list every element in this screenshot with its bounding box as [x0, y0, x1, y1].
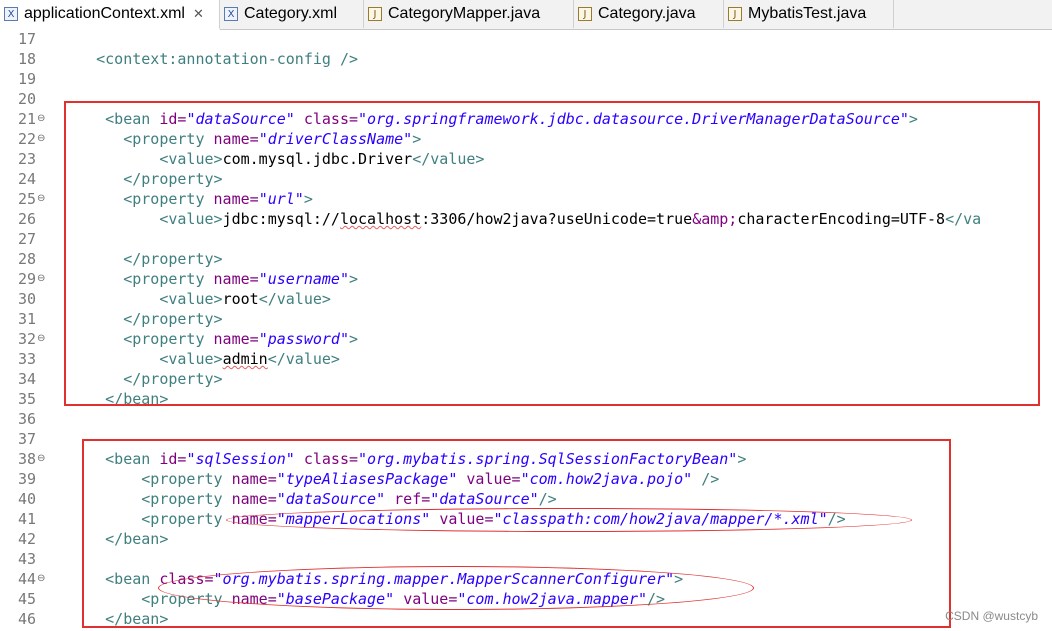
- line-number: 22: [17, 130, 36, 148]
- line-number: 45: [17, 590, 36, 608]
- tab-category-java[interactable]: J Category.java: [574, 0, 724, 28]
- line-number: 24: [17, 170, 36, 188]
- line-number: 35: [17, 390, 36, 408]
- tab-label: CategoryMapper.java: [388, 5, 541, 22]
- line-number: 29: [17, 270, 36, 288]
- code-editor[interactable]: 17 18 19 20 21 ⊖ 22 ⊖ 23 24 25 ⊖ 26 27 28 29 ⊖ 30 31 32 ⊖ 33 3…: [0, 29, 1052, 631]
- line-number: 42: [17, 530, 36, 548]
- line-number: 41: [17, 510, 36, 528]
- tab-label: Category.java: [598, 5, 696, 22]
- tab-applicationcontext-xml[interactable]: X applicationContext.xml ✕: [0, 0, 220, 30]
- fold-collapse-icon[interactable]: ⊖: [37, 189, 47, 209]
- fold-collapse-icon[interactable]: ⊖: [37, 269, 47, 289]
- fold-collapse-icon[interactable]: ⊖: [37, 129, 47, 149]
- line-number: 30: [17, 290, 36, 308]
- line-number: 46: [17, 610, 36, 628]
- java-file-icon: J: [368, 7, 382, 21]
- fold-collapse-icon[interactable]: ⊖: [37, 329, 47, 349]
- highlight-oval-mapperlocations: [226, 508, 912, 532]
- line-number: 31: [17, 310, 36, 328]
- line-number: 37: [17, 430, 36, 448]
- line-number: 43: [17, 550, 36, 568]
- fold-collapse-icon[interactable]: ⊖: [37, 569, 47, 589]
- highlight-oval-basepackage: [158, 566, 754, 610]
- java-file-icon: J: [728, 7, 742, 21]
- line-number: 44: [17, 570, 36, 588]
- java-file-icon: J: [578, 7, 592, 21]
- line-number: 18: [17, 50, 36, 68]
- xml-file-icon: X: [4, 7, 18, 21]
- fold-collapse-icon[interactable]: ⊖: [37, 449, 47, 469]
- tab-categorymapper-java[interactable]: J CategoryMapper.java: [364, 0, 574, 28]
- close-icon[interactable]: ✕: [193, 7, 204, 22]
- tab-label: applicationContext.xml: [24, 5, 185, 22]
- line-number: 17: [17, 30, 36, 48]
- line-number: 32: [17, 330, 36, 348]
- line-number: 26: [17, 210, 36, 228]
- line-number: 23: [17, 150, 36, 168]
- code-token: <context:annotation-config />: [60, 50, 359, 68]
- line-number: 38: [17, 450, 36, 468]
- line-number: 34: [17, 370, 36, 388]
- tab-mybatistest-java[interactable]: J MybatisTest.java: [724, 0, 894, 28]
- line-number: 36: [17, 410, 36, 428]
- line-number: 19: [17, 70, 36, 88]
- line-number: 20: [17, 90, 36, 108]
- line-number: 27: [17, 230, 36, 248]
- line-number: 21: [17, 110, 36, 128]
- xml-file-icon: X: [224, 7, 238, 21]
- line-number: 25: [17, 190, 36, 208]
- watermark: CSDN @wustcyb: [945, 609, 1038, 623]
- tab-category-xml[interactable]: X Category.xml: [220, 0, 364, 28]
- line-number: 33: [17, 350, 36, 368]
- fold-collapse-icon[interactable]: ⊖: [37, 109, 47, 129]
- tab-label: MybatisTest.java: [748, 5, 867, 22]
- line-number-gutter: 17 18 19 20 21 ⊖ 22 ⊖ 23 24 25 ⊖ 26 27 28 29 ⊖ 30 31 32 ⊖ 33 3…: [0, 29, 60, 631]
- code-line: <context:annotation-config />: [60, 49, 358, 69]
- highlight-box-datasource: [64, 101, 1040, 406]
- line-number: 40: [17, 490, 36, 508]
- editor-tab-bar: X applicationContext.xml ✕ X Category.xm…: [0, 0, 1052, 30]
- line-number: 28: [17, 250, 36, 268]
- tab-label: Category.xml: [244, 5, 338, 22]
- line-number: 39: [17, 470, 36, 488]
